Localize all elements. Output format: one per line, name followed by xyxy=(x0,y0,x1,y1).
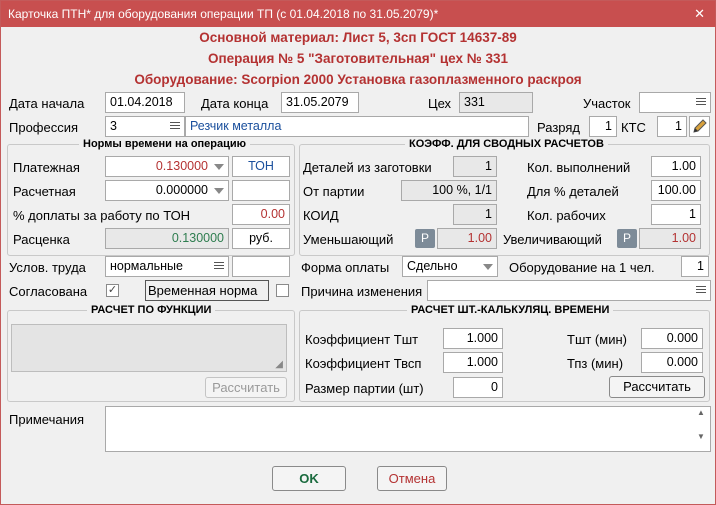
pct-input[interactable]: 100.00 xyxy=(651,180,701,201)
grade-label: Разряд xyxy=(537,120,580,135)
reason-menu-icon[interactable] xyxy=(693,281,709,300)
date-start-label: Дата начала xyxy=(9,96,85,111)
workers-input[interactable]: 1 xyxy=(651,204,701,225)
temp-norm-checkbox[interactable] xyxy=(276,284,289,297)
func-textarea: ◢ xyxy=(11,324,287,372)
calc-label: Расчетная xyxy=(13,184,76,199)
profession-label: Профессия xyxy=(9,120,79,135)
dec-label: Уменьшающий xyxy=(303,232,394,247)
pay-form-dropdown-icon[interactable] xyxy=(480,257,496,276)
norms-title: Нормы времени на операцию xyxy=(79,138,251,150)
workers-label: Кол. рабочих xyxy=(527,208,606,223)
calc-unit xyxy=(232,180,290,201)
pay-form-label: Форма оплаты xyxy=(301,260,390,275)
rate-input: 0.130000 xyxy=(105,228,229,249)
shop-input: 331 xyxy=(459,92,533,113)
payable-dropdown-icon[interactable] xyxy=(211,157,227,176)
kts-input[interactable]: 1 xyxy=(657,116,687,137)
dec-input: 1.00 xyxy=(437,228,497,249)
k-tsht-label: Коэффициент Тшт xyxy=(305,332,419,347)
ton-pct-input[interactable]: 0.00 xyxy=(232,204,290,225)
area-menu-icon[interactable] xyxy=(693,93,709,112)
batch-size-input[interactable]: 0 xyxy=(453,377,503,398)
notes-scrollbar[interactable]: ▲ ▼ xyxy=(693,407,709,451)
inc-input: 1.00 xyxy=(639,228,701,249)
header-equipment: Оборудование: Scorpion 2000 Установка га… xyxy=(134,72,582,87)
parts-input: 1 xyxy=(453,156,497,177)
time-calc-button[interactable]: Рассчитать xyxy=(609,376,705,398)
profession-menu-icon[interactable] xyxy=(167,117,183,136)
agreed-label: Согласована xyxy=(9,284,88,299)
batch-label: От партии xyxy=(303,184,365,199)
tsht-input[interactable]: 0.000 xyxy=(641,328,703,349)
header-operation: Операция № 5 "Заготовительная" цех № 331 xyxy=(207,51,509,66)
notes-textarea[interactable] xyxy=(105,406,711,452)
rate-label: Расценка xyxy=(13,232,70,247)
rate-unit: руб. xyxy=(232,228,290,249)
title-bar: Карточка ПТН* для оборудования операции … xyxy=(1,1,715,27)
pencil-icon[interactable] xyxy=(689,116,710,137)
reason-label: Причина изменения xyxy=(301,284,423,299)
payable-unit: ТОН xyxy=(232,156,290,177)
pct-label: Для % деталей xyxy=(527,184,619,199)
reason-input[interactable] xyxy=(427,280,711,301)
resize-grip-icon: ◢ xyxy=(275,359,283,370)
cancel-button[interactable]: Отмена xyxy=(377,466,447,491)
payable-label: Платежная xyxy=(13,160,80,175)
equip-per-input[interactable]: 1 xyxy=(681,256,709,277)
k-tvsp-input[interactable]: 1.000 xyxy=(443,352,503,373)
calc-dropdown-icon[interactable] xyxy=(211,181,227,200)
work-cond-menu-icon[interactable] xyxy=(211,257,227,276)
ton-pct-label: % доплаты за работу по ТОН xyxy=(13,208,191,223)
dialog-window: Карточка ПТН* для оборудования операции … xyxy=(0,0,716,505)
tsht-label: Тшт (мин) xyxy=(567,332,627,347)
k-tvsp-label: Коэффициент Твсп xyxy=(305,356,422,371)
temp-norm-label: Временная норма xyxy=(145,280,269,301)
func-calc-button: Рассчитать xyxy=(205,377,287,398)
k-tsht-input[interactable]: 1.000 xyxy=(443,328,503,349)
area-label: Участок xyxy=(583,96,631,111)
func-calc-title: РАСЧЕТ ПО ФУНКЦИИ xyxy=(87,304,216,316)
koid-label: КОИД xyxy=(303,208,339,223)
inc-label: Увеличивающий xyxy=(503,232,602,247)
window-title: Карточка ПТН* для оборудования операции … xyxy=(8,7,439,21)
notes-label: Примечания xyxy=(9,412,85,427)
parts-label: Деталей из заготовки xyxy=(303,160,432,175)
date-end-label: Дата конца xyxy=(201,96,269,111)
agreed-checkbox[interactable]: ✓ xyxy=(106,284,119,297)
dec-badge[interactable]: Р xyxy=(415,229,435,248)
time-calc-title: РАСЧЕТ ШТ.-КАЛЬКУЛЯЦ. ВРЕМЕНИ xyxy=(407,304,614,316)
coef-title: КОЭФФ. ДЛЯ СВОДНЫХ РАСЧЕТОВ xyxy=(405,138,608,150)
work-cond-extra xyxy=(232,256,290,277)
inc-badge[interactable]: Р xyxy=(617,229,637,248)
shop-label: Цех xyxy=(428,96,452,111)
equip-per-label: Оборудование на 1 чел. xyxy=(509,260,655,275)
tpz-label: Тпз (мин) xyxy=(567,356,624,371)
exec-label: Кол. выполнений xyxy=(527,160,631,175)
close-icon[interactable]: ✕ xyxy=(694,1,705,27)
date-end-input[interactable]: 31.05.2079 xyxy=(281,92,359,113)
kts-label: КТС xyxy=(621,120,646,135)
koid-input: 1 xyxy=(453,204,497,225)
batch-input: 100 %, 1/1 xyxy=(401,180,497,201)
tpz-input[interactable]: 0.000 xyxy=(641,352,703,373)
batch-size-label: Размер партии (шт) xyxy=(305,381,424,396)
ok-button[interactable]: OK xyxy=(272,466,346,491)
profession-name-input: Резчик металла xyxy=(185,116,529,137)
exec-input[interactable]: 1.00 xyxy=(651,156,701,177)
header-material: Основной материал: Лист 5, 3сп ГОСТ 1463… xyxy=(199,30,517,45)
date-start-input[interactable]: 01.04.2018 xyxy=(105,92,185,113)
work-cond-label: Услов. труда xyxy=(9,260,86,275)
grade-input[interactable]: 1 xyxy=(589,116,617,137)
